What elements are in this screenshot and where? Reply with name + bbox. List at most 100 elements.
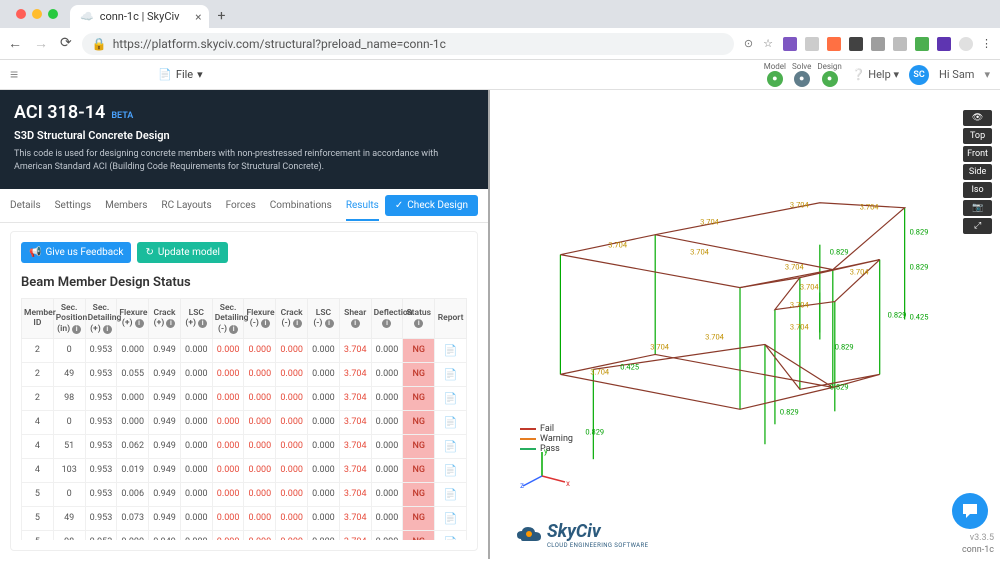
view-tool-front[interactable]: Front: [963, 146, 992, 162]
report-icon[interactable]: 📄: [444, 440, 458, 453]
close-tab-icon[interactable]: ×: [195, 10, 201, 24]
cell: 0.000: [180, 338, 212, 362]
cell: 0.000: [117, 386, 149, 410]
maximize-window-icon[interactable]: [48, 9, 58, 19]
profile-icon[interactable]: [959, 37, 973, 51]
extension-icon[interactable]: [893, 37, 907, 51]
report-icon[interactable]: 📄: [444, 488, 458, 501]
mode-model[interactable]: Model●: [764, 62, 786, 88]
minimize-window-icon[interactable]: [32, 9, 42, 19]
report-icon[interactable]: 📄: [444, 536, 458, 540]
cell: 3.704: [339, 482, 371, 506]
cell: 0.953: [85, 506, 117, 530]
file-menu[interactable]: 📄 File ▾: [158, 68, 203, 81]
svg-text:3.704: 3.704: [860, 203, 880, 212]
tab-settings[interactable]: Settings: [55, 200, 92, 212]
cell: 0.000: [371, 530, 403, 540]
cell: 0.000: [371, 338, 403, 362]
megaphone-icon: 📢: [29, 247, 41, 258]
forward-icon[interactable]: →: [34, 35, 48, 52]
tab-members[interactable]: Members: [105, 200, 147, 212]
lock-icon: 🔒: [92, 37, 107, 51]
status-cell: NG: [403, 482, 435, 506]
report-icon[interactable]: 📄: [444, 464, 458, 477]
cell: 0.000: [276, 362, 308, 386]
address-bar[interactable]: 🔒 https://platform.skyciv.com/structural…: [82, 33, 734, 55]
extension-icon[interactable]: [805, 37, 819, 51]
report-icon[interactable]: 📄: [444, 344, 458, 357]
update-model-button[interactable]: ↻ Update model: [137, 242, 227, 263]
table-row: 2980.9530.0000.9490.0000.0000.0000.0000.…: [22, 386, 467, 410]
close-window-icon[interactable]: [16, 9, 26, 19]
cell: 0.000: [244, 338, 276, 362]
cell: 0.000: [276, 434, 308, 458]
svg-text:0.829: 0.829: [888, 311, 907, 320]
version-label: v3.3.5: [970, 533, 994, 543]
extension-icon[interactable]: [937, 37, 951, 51]
extension-icon[interactable]: [871, 37, 885, 51]
cell: 0.000: [180, 530, 212, 540]
view-tool-side[interactable]: Side: [963, 164, 992, 180]
help-menu[interactable]: ❔ Help ▾: [852, 68, 899, 81]
tab-forces[interactable]: Forces: [226, 200, 256, 212]
report-icon[interactable]: 📄: [444, 368, 458, 381]
reload-icon[interactable]: ⟳: [60, 35, 72, 52]
tab-rc-layouts[interactable]: RC Layouts: [161, 200, 211, 212]
cell: 0.000: [180, 362, 212, 386]
report-icon[interactable]: 📄: [444, 512, 458, 525]
cell: 4: [22, 410, 54, 434]
cloud-icon: [515, 523, 543, 547]
svg-text:3.704: 3.704: [790, 322, 810, 331]
hamburger-icon[interactable]: ≡: [10, 66, 18, 83]
back-icon[interactable]: ←: [8, 35, 22, 52]
cell: 0.000: [276, 506, 308, 530]
chevron-down-icon[interactable]: ▾: [984, 68, 990, 81]
view-tool-⤢[interactable]: ⤢: [963, 218, 992, 234]
cell: 49: [53, 362, 85, 386]
tab-results[interactable]: Results: [346, 200, 379, 221]
user-avatar[interactable]: SC: [909, 65, 929, 85]
cell: 0.000: [308, 434, 340, 458]
star-icon[interactable]: ☆: [763, 37, 773, 50]
feedback-button[interactable]: 📢 Give us Feedback: [21, 242, 131, 263]
mode-design[interactable]: Design●: [817, 62, 841, 88]
report-icon[interactable]: 📄: [444, 416, 458, 429]
menu-icon[interactable]: ⋮: [981, 37, 992, 50]
cell: 3.704: [339, 434, 371, 458]
browser-tab[interactable]: ☁️ conn-1c | SkyCiv ×: [70, 5, 209, 28]
mode-solve[interactable]: Solve●: [792, 62, 811, 88]
report-icon[interactable]: 📄: [444, 392, 458, 405]
status-cell: NG: [403, 338, 435, 362]
chat-button[interactable]: [952, 493, 988, 529]
svg-text:3.704: 3.704: [690, 248, 710, 257]
svg-text:3.704: 3.704: [850, 268, 870, 277]
extension-icon[interactable]: [915, 37, 929, 51]
new-tab-button[interactable]: +: [217, 8, 225, 24]
svg-text:3.704: 3.704: [650, 342, 670, 351]
cell: 0.000: [212, 410, 244, 434]
extension-icon[interactable]: [849, 37, 863, 51]
cell: 0.953: [85, 482, 117, 506]
view-tool-📷[interactable]: 📷: [963, 200, 992, 216]
browser-nav: ← → ⟳: [8, 35, 72, 52]
cell: 0.949: [149, 338, 181, 362]
check-design-button[interactable]: ✓ Check Design: [385, 195, 478, 216]
cell: 0.055: [117, 362, 149, 386]
svg-text:0.829: 0.829: [780, 407, 799, 416]
view-tool-top[interactable]: Top: [963, 128, 992, 144]
check-icon: ✓: [395, 200, 403, 211]
search-omni-icon[interactable]: ⊙: [744, 37, 753, 50]
svg-text:z: z: [520, 481, 524, 490]
report-cell: 📄: [435, 410, 467, 434]
svg-text:3.704: 3.704: [800, 283, 820, 292]
cell: 0.073: [117, 506, 149, 530]
table-scroll[interactable]: MemberIDSec.Position(in) iSec.Detailing(…: [21, 298, 467, 540]
col-header: Flexure(-) i: [244, 299, 276, 339]
tab-combinations[interactable]: Combinations: [270, 200, 332, 212]
extension-icon[interactable]: [827, 37, 841, 51]
view-tool-👁[interactable]: 👁: [963, 110, 992, 126]
tab-details[interactable]: Details: [10, 200, 41, 212]
cell: 0.949: [149, 458, 181, 482]
view-tool-iso[interactable]: Iso: [963, 182, 992, 198]
extension-icon[interactable]: [783, 37, 797, 51]
